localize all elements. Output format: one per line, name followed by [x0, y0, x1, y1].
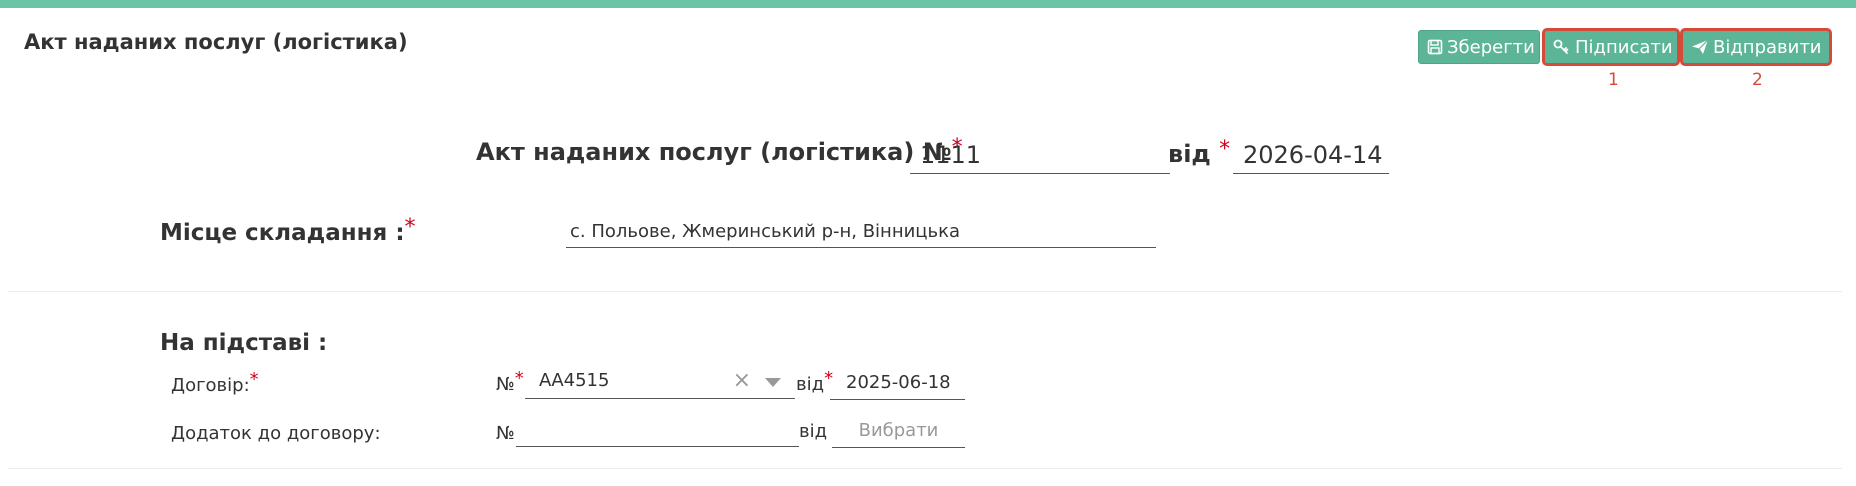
clear-icon[interactable]: × — [733, 366, 751, 396]
sign-button[interactable]: Підписати — [1542, 28, 1680, 66]
contract-number-label: №* — [496, 368, 524, 395]
annex-date-label: від — [799, 421, 828, 442]
document-heading-text: Акт наданих послуг (логістика) № — [476, 138, 952, 166]
required-asterisk: * — [1219, 137, 1231, 162]
key-icon — [1553, 39, 1569, 54]
basis-section-title: На підставі : — [160, 330, 328, 356]
required-asterisk: * — [514, 368, 524, 389]
chevron-down-icon[interactable] — [765, 378, 781, 387]
document-heading: Акт наданих послуг (логістика) №* — [476, 135, 963, 166]
contract-date-label: від* — [796, 368, 833, 395]
annex-number-input[interactable] — [516, 419, 799, 447]
place-label: Місце складання :* — [160, 215, 416, 246]
place-input[interactable]: с. Польове, Жмеринський р-н, Вінницька — [566, 216, 1156, 248]
send-button-label: Відправити — [1713, 36, 1822, 58]
sign-step-marker: 1 — [1608, 70, 1619, 90]
contract-label: Договір:* — [171, 369, 259, 396]
required-asterisk: * — [249, 369, 259, 390]
required-asterisk: * — [404, 215, 416, 240]
document-date-input[interactable]: 2026-04-14 — [1233, 138, 1389, 174]
contract-date-input[interactable]: 2025-06-18 — [830, 367, 965, 400]
annex-date-input[interactable]: Вибрати — [832, 415, 965, 448]
annex-label: Додаток до договору: — [171, 423, 381, 444]
save-button-label: Зберегти — [1447, 36, 1535, 58]
contract-label-text: Договір: — [171, 375, 250, 396]
document-number-input[interactable]: 1111 — [910, 138, 1170, 174]
document-date-label-text: від — [1168, 140, 1211, 168]
contract-number-value: АА4515 — [539, 370, 610, 391]
contract-date-label-text: від — [796, 374, 825, 395]
place-label-text: Місце складання : — [160, 220, 405, 246]
save-button[interactable]: Зберегти — [1418, 30, 1540, 64]
paper-plane-icon — [1692, 39, 1709, 54]
contract-number-label-text: № — [496, 374, 515, 395]
send-step-marker: 2 — [1752, 70, 1763, 90]
top-accent-bar — [0, 0, 1856, 8]
contract-number-select[interactable]: АА4515 × — [525, 366, 795, 399]
page-title: Акт наданих послуг (логістика) — [24, 30, 408, 54]
section-divider — [8, 291, 1842, 292]
sign-button-label: Підписати — [1575, 36, 1673, 58]
document-date-label: від * — [1168, 137, 1231, 168]
floppy-disk-icon — [1427, 39, 1443, 55]
send-button[interactable]: Відправити — [1680, 28, 1832, 66]
annex-number-label: № — [496, 423, 515, 444]
section-divider — [8, 468, 1842, 469]
